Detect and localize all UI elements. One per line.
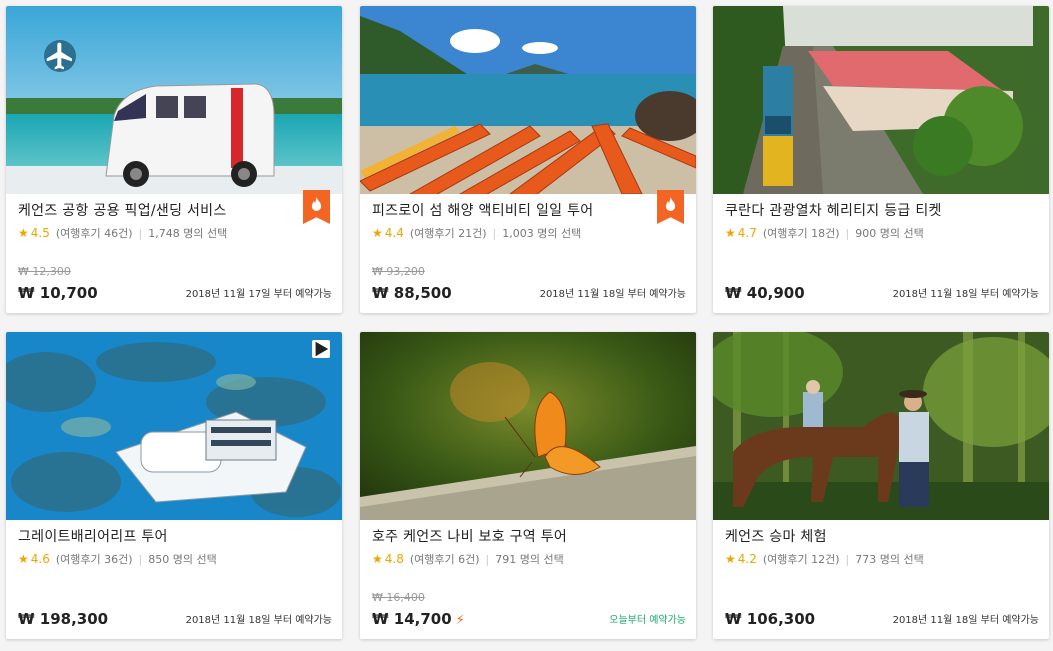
availability-text: 2018년 11월 18일 부터 예약가능: [892, 289, 1039, 300]
video-play-icon[interactable]: [312, 340, 330, 358]
product-title[interactable]: 그레이트배리어리프 투어: [18, 528, 330, 546]
product-card-fitzroy-island[interactable]: 피즈로이 섬 해양 액티비티 일일 투어 ★ 4.4 (여행후기 21건) | …: [360, 6, 696, 313]
divider: |: [845, 552, 850, 566]
star-icon: ★: [372, 226, 383, 240]
product-photo[interactable]: [713, 6, 1049, 194]
availability-text: 2018년 11월 18일 부터 예약가능: [892, 615, 1039, 626]
review-count: (여행후기 21건): [409, 227, 487, 240]
product-card-horse-riding[interactable]: 케언즈 승마 체험 ★ 4.2 (여행후기 12건) | 773 명의 선택 ₩…: [713, 332, 1049, 639]
divider: |: [138, 226, 143, 240]
lightning-icon: ⚡: [455, 613, 465, 628]
divider: |: [845, 226, 850, 240]
sale-price: ₩ 106,300: [725, 610, 816, 628]
product-photo[interactable]: [713, 332, 1049, 520]
original-price: ₩ 93,200: [372, 265, 425, 278]
star-icon: ★: [18, 226, 29, 240]
rating-value: 4.7: [737, 226, 757, 240]
divider: |: [485, 552, 490, 566]
sale-price: ₩ 10,700: [18, 284, 98, 302]
chosen-count: 900 명의 선택: [855, 227, 924, 240]
product-photo[interactable]: [6, 6, 342, 194]
chosen-count: 1,003 명의 선택: [502, 227, 582, 240]
review-count: (여행후기 18건): [762, 227, 840, 240]
chosen-count: 850 명의 선택: [148, 553, 217, 566]
availability-text: 오늘부터 예약가능: [609, 615, 686, 626]
product-title[interactable]: 케언즈 승마 체험: [725, 528, 1037, 546]
rating-value: 4.5: [30, 226, 50, 240]
sale-price-value: ₩ 14,700: [372, 610, 452, 628]
star-icon: ★: [18, 552, 29, 566]
original-price: ₩ 16,400: [372, 591, 425, 604]
star-icon: ★: [725, 226, 736, 240]
rating-value: 4.8: [384, 552, 404, 566]
product-title[interactable]: 피즈로이 섬 해양 액티비티 일일 투어: [372, 202, 684, 220]
divider: |: [138, 552, 143, 566]
chosen-count: 1,748 명의 선택: [148, 227, 228, 240]
sale-price: ₩ 88,500: [372, 284, 452, 302]
product-card-kuranda-railway[interactable]: 쿠란다 관광열차 헤리티지 등급 티켓 ★ 4.7 (여행후기 18건) | 9…: [713, 6, 1049, 313]
review-count: (여행후기 6건): [409, 553, 480, 566]
chosen-count: 791 명의 선택: [495, 553, 564, 566]
review-count: (여행후기 12건): [762, 553, 840, 566]
product-photo[interactable]: [360, 332, 696, 520]
airplane-icon: [44, 40, 76, 72]
star-icon: ★: [725, 552, 736, 566]
product-photo[interactable]: [360, 6, 696, 194]
availability-text: 2018년 11월 18일 부터 예약가능: [185, 615, 332, 626]
product-card-great-barrier-reef[interactable]: 그레이트배리어리프 투어 ★ 4.6 (여행후기 36건) | 850 명의 선…: [6, 332, 342, 639]
sale-price: ₩ 40,900: [725, 284, 805, 302]
product-photo[interactable]: [6, 332, 342, 520]
divider: |: [492, 226, 497, 240]
product-title[interactable]: 쿠란다 관광열차 헤리티지 등급 티켓: [725, 202, 1037, 220]
review-count: (여행후기 36건): [55, 553, 133, 566]
sale-price: ₩ 14,700 ⚡: [372, 610, 465, 628]
rating-value: 4.2: [737, 552, 757, 566]
sale-price: ₩ 198,300: [18, 610, 109, 628]
product-card-airport-transfer[interactable]: 케언즈 공항 공용 픽업/샌딩 서비스 ★ 4.5 (여행후기 46건) | 1…: [6, 6, 342, 313]
rating-value: 4.6: [30, 552, 50, 566]
star-icon: ★: [372, 552, 383, 566]
product-title[interactable]: 호주 케언즈 나비 보호 구역 투어: [372, 528, 684, 546]
original-price: ₩ 12,300: [18, 265, 71, 278]
rating-value: 4.4: [384, 226, 404, 240]
availability-text: 2018년 11월 18일 부터 예약가능: [539, 289, 686, 300]
chosen-count: 773 명의 선택: [855, 553, 924, 566]
availability-text: 2018년 11월 17일 부터 예약가능: [185, 289, 332, 300]
review-count: (여행후기 46건): [55, 227, 133, 240]
product-title[interactable]: 케언즈 공항 공용 픽업/샌딩 서비스: [18, 202, 330, 220]
product-card-butterfly-sanctuary[interactable]: 호주 케언즈 나비 보호 구역 투어 ★ 4.8 (여행후기 6건) | 791…: [360, 332, 696, 639]
